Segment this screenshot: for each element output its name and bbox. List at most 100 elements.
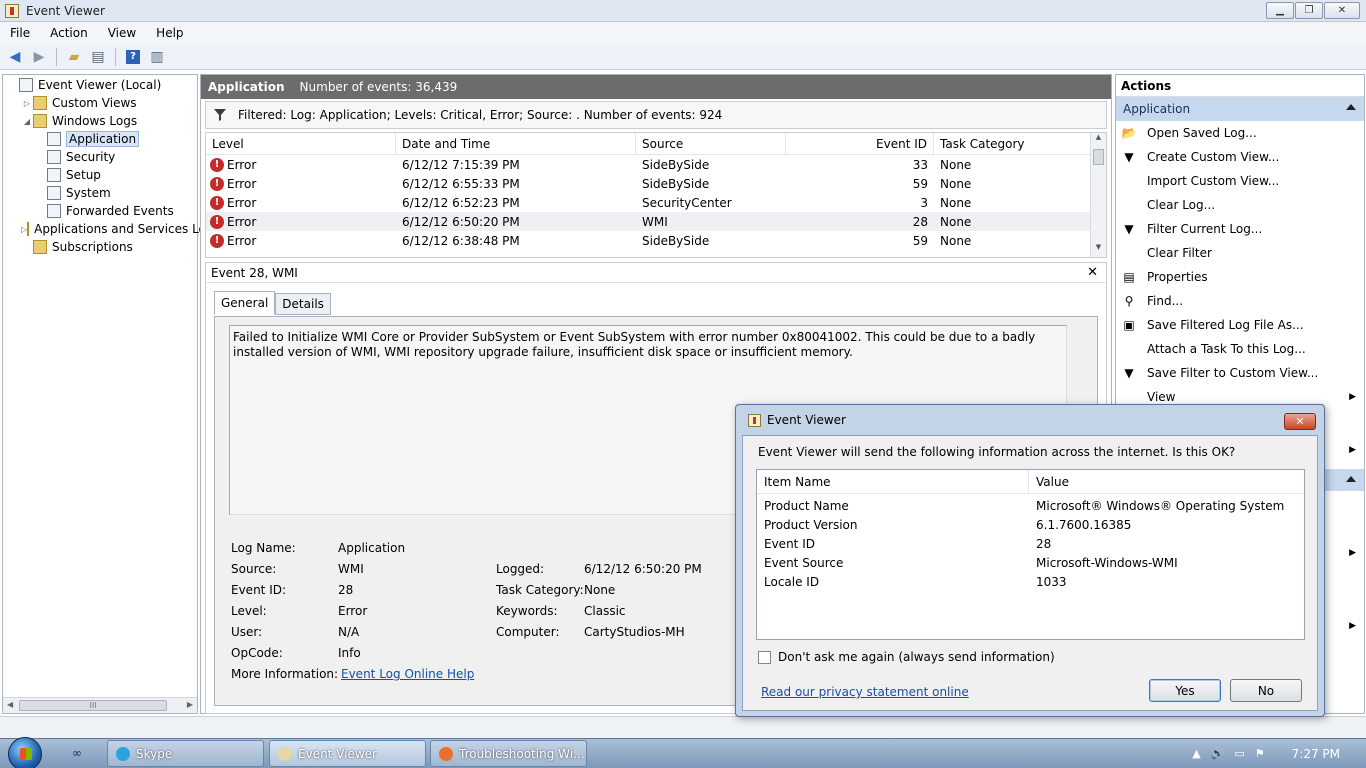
tree-item-security[interactable]: Security [3, 148, 197, 166]
tab-details[interactable]: Details [275, 293, 331, 315]
tree-item-windows-logs[interactable]: ◢ Windows Logs [3, 112, 197, 130]
back-button[interactable]: ◀ [4, 46, 26, 68]
show-hidden-icons-icon[interactable]: ▲ [1192, 747, 1200, 760]
taskbar-task-event-viewer[interactable]: Event Viewer [269, 740, 426, 767]
close-detail-icon[interactable]: ✕ [1087, 265, 1098, 280]
minimize-button[interactable]: ▁ [1266, 2, 1294, 19]
taskbar-task-troubleshooting-wi[interactable]: Troubleshooting Wi... [430, 740, 587, 767]
column-task-category[interactable]: Task Category [934, 133, 1084, 154]
event-row[interactable]: ! Error 6/12/12 6:52:23 PM SecurityCenter 3 N… [206, 193, 1106, 212]
no-button[interactable]: No [1230, 679, 1302, 702]
action-create-custom-view[interactable]: ▼ Create Custom View... [1116, 145, 1364, 169]
event-row[interactable]: ! Error 6/12/12 6:55:33 PM SideBySide 59 None [206, 174, 1106, 193]
scroll-left-icon[interactable]: ◀ [7, 700, 13, 709]
tree-item-setup[interactable]: Setup [3, 166, 197, 184]
action-find[interactable]: ⚲ Find... [1116, 289, 1364, 313]
tree-item-event-viewer-local-[interactable]: Event Viewer (Local) [3, 76, 197, 94]
event-detail-header: Event 28, WMI [206, 263, 1106, 283]
volume-icon[interactable]: 🔊 [1211, 747, 1225, 760]
tree-item-system[interactable]: System [3, 184, 197, 202]
actions-section-application[interactable]: Application [1116, 97, 1364, 121]
event-log-online-help-link[interactable]: Event Log Online Help [341, 667, 474, 681]
menu-file[interactable]: File [0, 26, 40, 40]
submenu-arrow-icon[interactable]: ▶ [1349, 548, 1356, 558]
action-import-custom-view[interactable]: Import Custom View... [1116, 169, 1364, 193]
information-row[interactable]: Event Source Microsoft-Windows-WMI [757, 553, 1304, 572]
event-row[interactable]: ! Error 6/12/12 7:15:39 PM SideBySide 33 None [206, 155, 1106, 174]
action-save-filter-to-custom-view[interactable]: ▼ Save Filter to Custom View... [1116, 361, 1364, 385]
event-list-header: Level Date and Time Source Event ID Task… [206, 133, 1106, 155]
network-icon[interactable]: ▭ [1234, 747, 1244, 760]
column-date-time[interactable]: Date and Time [396, 133, 636, 154]
tree-item-subscriptions[interactable]: Subscriptions [3, 238, 197, 256]
action-open-saved-log[interactable]: 📂 Open Saved Log... [1116, 121, 1364, 145]
column-event-id[interactable]: Event ID [786, 133, 934, 154]
action-filter-current-log[interactable]: ▼ Filter Current Log... [1116, 217, 1364, 241]
column-level[interactable]: Level [206, 133, 396, 154]
column-value[interactable]: Value [1029, 470, 1304, 493]
start-button[interactable] [8, 737, 42, 768]
column-item-name[interactable]: Item Name [757, 470, 1029, 493]
show-hide-action-pane-button[interactable]: ▥ [146, 46, 168, 68]
filter-text: Filtered: Log: Application; Levels: Crit… [238, 108, 723, 122]
submenu-arrow-icon[interactable]: ▶ [1349, 445, 1356, 455]
information-row[interactable]: Event ID 28 [757, 534, 1304, 553]
dont-ask-again-checkbox[interactable]: Don't ask me again (always send informat… [758, 650, 1055, 664]
tree-item-application[interactable]: Application [3, 130, 197, 148]
action-clear-log[interactable]: Clear Log... [1116, 193, 1364, 217]
menu-action[interactable]: Action [40, 26, 98, 40]
information-row[interactable]: Product Version 6.1.7600.16385 [757, 515, 1304, 534]
menu-help[interactable]: Help [146, 26, 193, 40]
quick-launch-icon[interactable]: ∞ [72, 746, 82, 760]
tree-item-label: System [66, 186, 111, 200]
information-row[interactable]: Product Name Microsoft® Windows® Operatin… [757, 496, 1304, 515]
tree-item-applications-and-services-lo[interactable]: ▷ Applications and Services Lo [3, 220, 206, 238]
event-list-scrollbar[interactable]: ▲ ▼ [1090, 133, 1106, 257]
help-button[interactable]: ? [122, 46, 144, 68]
yes-button[interactable]: Yes [1149, 679, 1221, 702]
scroll-down-icon[interactable]: ▼ [1091, 243, 1106, 257]
forward-button[interactable]: ▶ [28, 46, 50, 68]
action-icon [1121, 245, 1137, 261]
menu-view[interactable]: View [98, 26, 146, 40]
scroll-right-icon[interactable]: ▶ [187, 700, 193, 709]
show-hide-tree-button[interactable]: ▤ [87, 46, 109, 68]
submenu-arrow-icon[interactable]: ▶ [1349, 621, 1356, 631]
close-window-button[interactable]: ✕ [1324, 2, 1360, 19]
column-source[interactable]: Source [636, 133, 786, 154]
tree-item-custom-views[interactable]: ▷ Custom Views [3, 94, 197, 112]
action-pane-icon: ▥ [150, 48, 164, 65]
information-row[interactable]: Locale ID 1033 [757, 572, 1304, 591]
collapse-triangle-icon[interactable] [1346, 104, 1356, 110]
clock[interactable]: 7:27 PM [1292, 747, 1340, 761]
tree-item-forwarded-events[interactable]: Forwarded Events [3, 202, 197, 220]
event-row[interactable]: ! Error 6/12/12 6:38:48 PM SideBySide 59 None [206, 231, 1106, 250]
privacy-statement-link[interactable]: Read our privacy statement online [761, 685, 969, 699]
event-id-label: Event ID: [231, 583, 287, 597]
action-center-icon[interactable]: ⚑ [1255, 747, 1265, 760]
dialog-close-button[interactable]: ✕ [1284, 413, 1316, 430]
tree-horizontal-scrollbar[interactable]: ◀ III ▶ [3, 697, 197, 713]
expand-arrow-icon[interactable]: ▷ [21, 99, 33, 108]
up-folder-button[interactable]: ▰ [63, 46, 85, 68]
console-tree: Event Viewer (Local) ▷ Custom Views ◢ Window… [2, 74, 206, 714]
window-controls: ▁ ❐ ✕ [1266, 2, 1360, 19]
tab-general[interactable]: General [214, 291, 276, 315]
action-clear-filter[interactable]: Clear Filter [1116, 241, 1364, 265]
restore-button[interactable]: ❐ [1295, 2, 1323, 19]
action-attach-a-task-to-this-log[interactable]: Attach a Task To this Log... [1116, 337, 1364, 361]
expand-arrow-icon[interactable]: ◢ [21, 117, 33, 126]
more-information-label: More Information: [231, 667, 339, 681]
scroll-up-icon[interactable]: ▲ [1091, 133, 1106, 147]
action-save-filtered-log-file-as[interactable]: ▣ Save Filtered Log File As... [1116, 313, 1364, 337]
submenu-arrow-icon[interactable]: ▶ [1349, 392, 1356, 402]
event-rows: ! Error 6/12/12 7:15:39 PM SideBySide 33 None… [206, 155, 1106, 250]
event-level-cell: ! Error [206, 233, 396, 248]
scroll-thumb[interactable]: III [19, 700, 167, 711]
scroll-thumb[interactable] [1093, 149, 1104, 165]
collapse-triangle-icon[interactable] [1346, 476, 1356, 482]
event-row[interactable]: ! Error 6/12/12 6:50:20 PM WMI 28 None [206, 212, 1106, 231]
taskbar-task-skype[interactable]: Skype [107, 740, 264, 767]
action-properties[interactable]: ▤ Properties [1116, 265, 1364, 289]
checkbox-box[interactable] [758, 650, 771, 664]
